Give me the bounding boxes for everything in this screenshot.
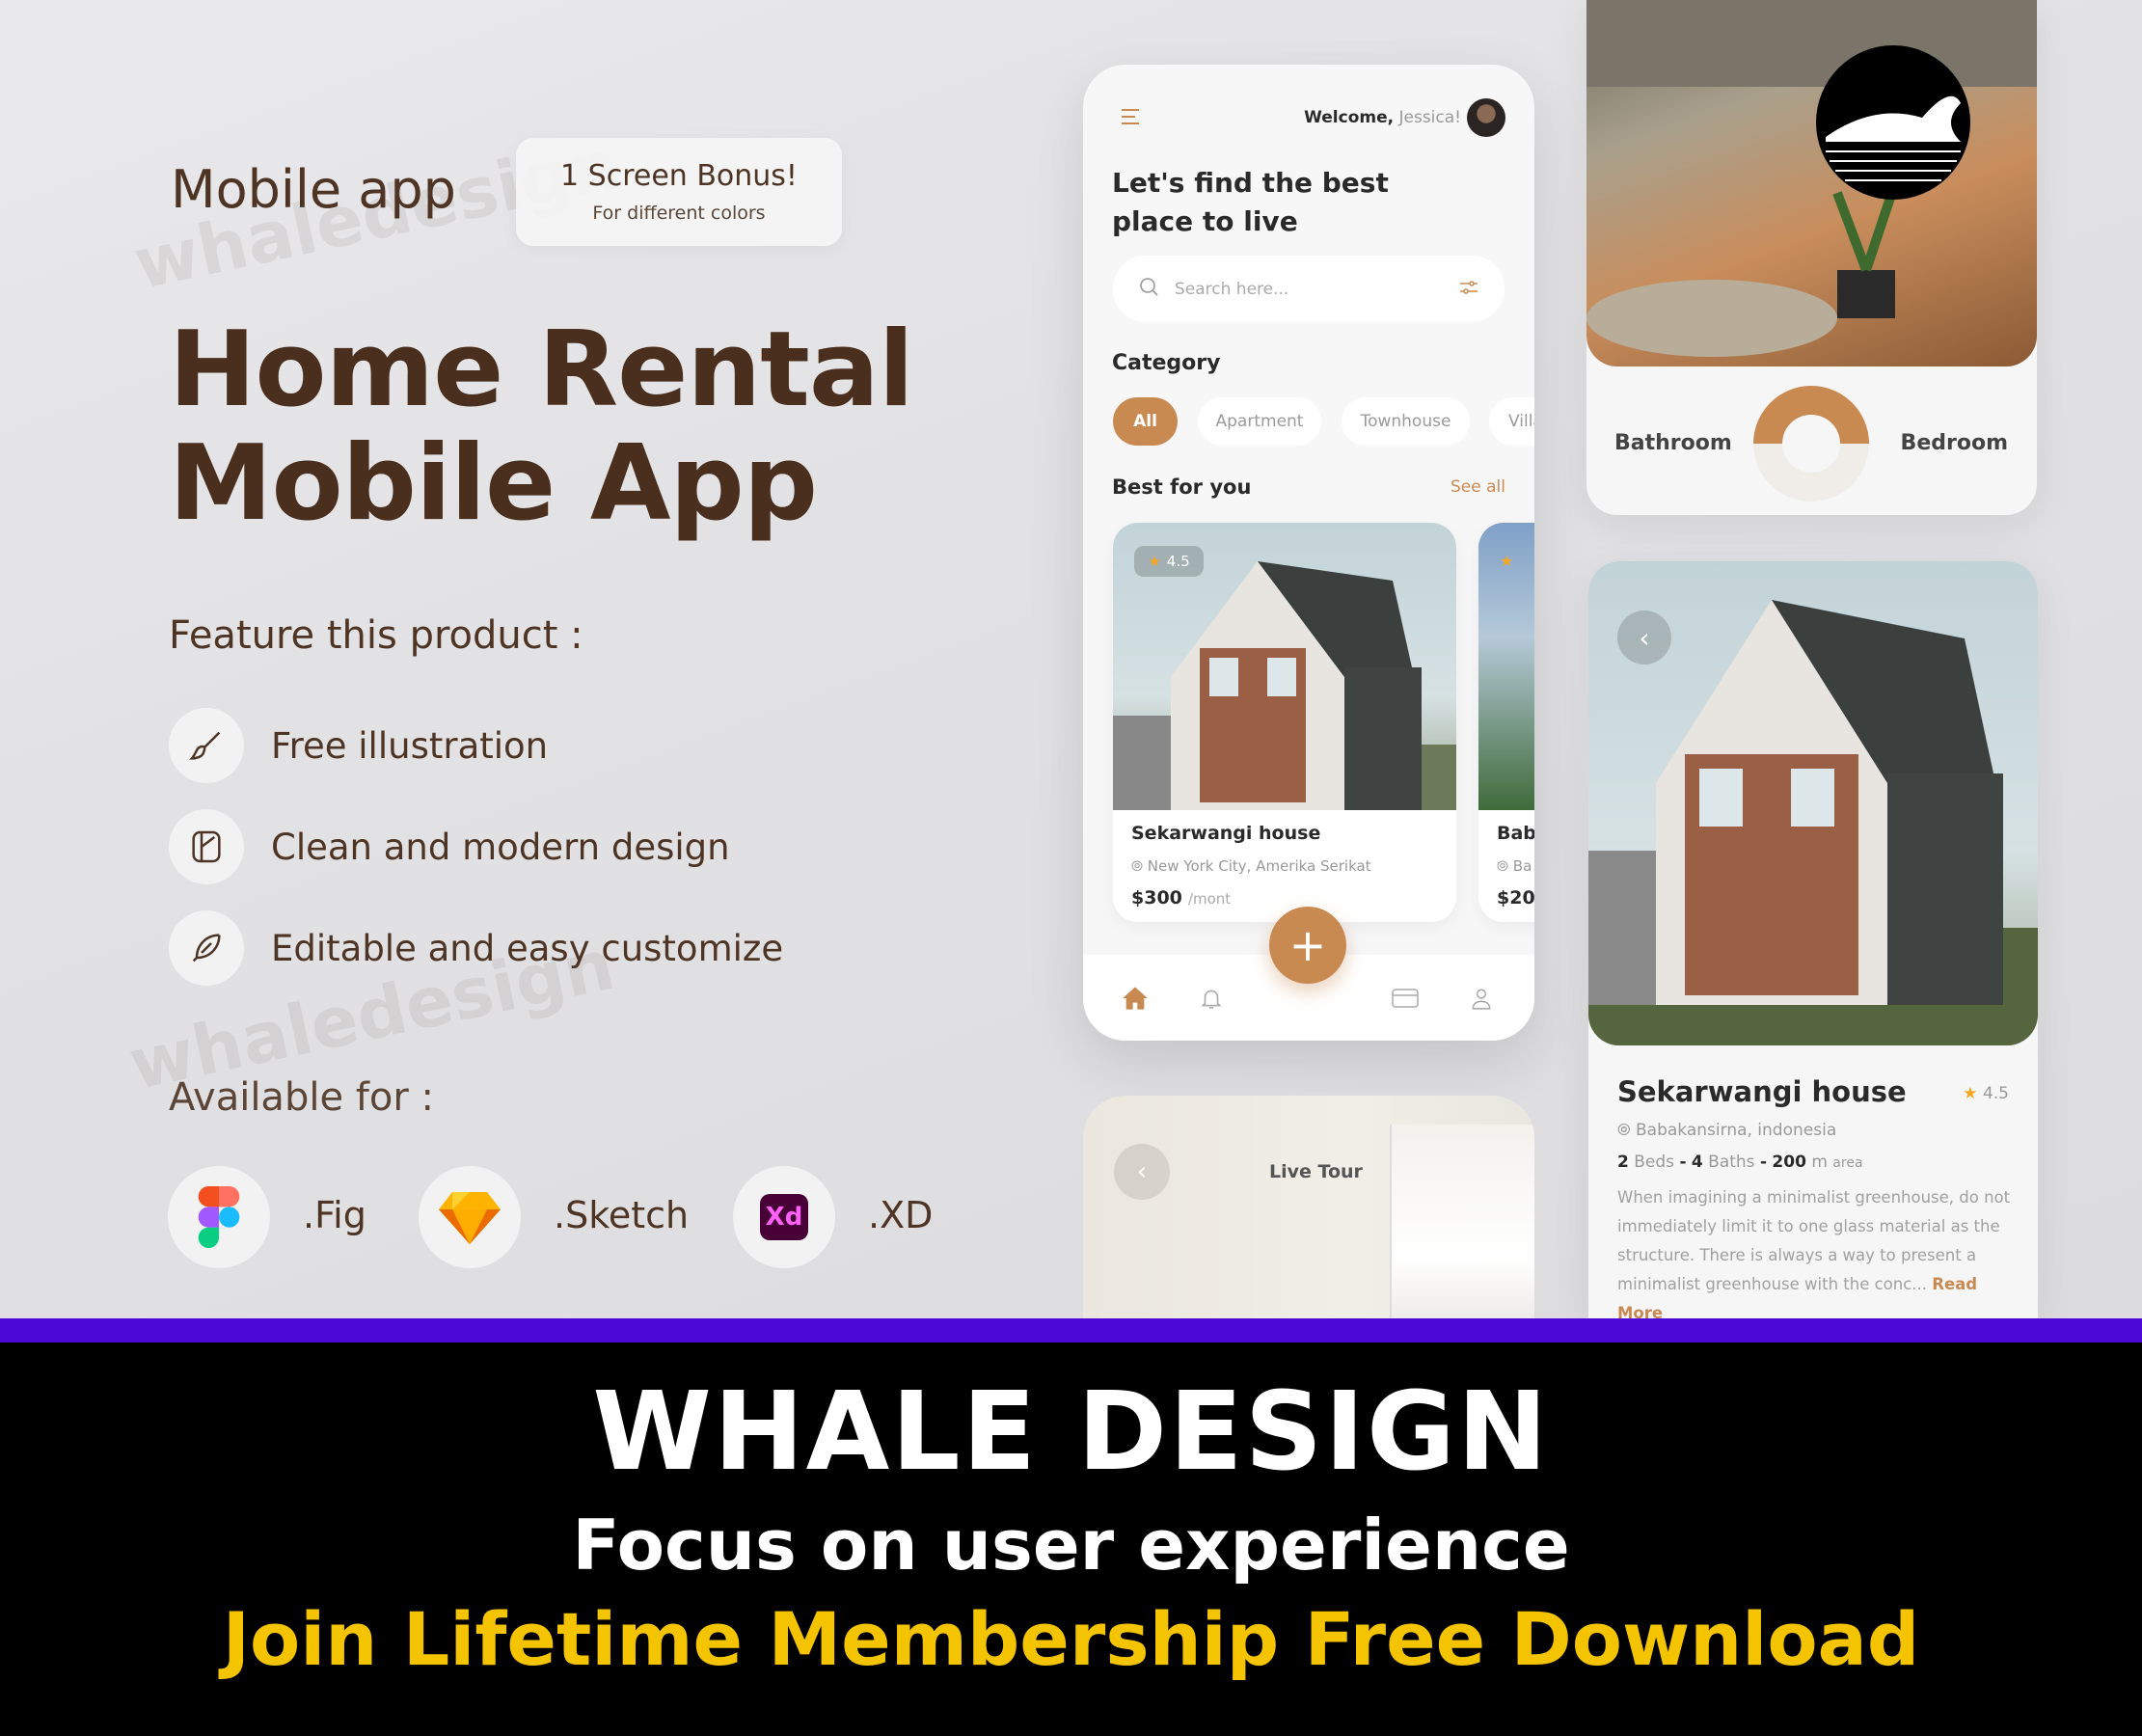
property-price: $300 /mont [1131,887,1232,909]
property-name: Sekarwangi house [1617,1075,1907,1108]
bell-icon[interactable] [1199,986,1224,1015]
star-icon: ★ [1963,1084,1978,1103]
best-label: Best for you [1112,475,1252,499]
live-tour-label: Live Tour [1269,1161,1363,1182]
category-chip-villa[interactable]: Villa [1489,397,1534,446]
title-line: Mobile App [169,423,818,544]
property-rating: ★ 4.5 [1963,1084,2009,1103]
brand-title: WHALE DESIGN [592,1370,1550,1495]
feature-item: Editable and easy customize [169,910,783,986]
feather-pen-icon [169,910,244,986]
bonus-subtitle: For different colors [592,203,766,224]
card-icon[interactable] [1392,988,1419,1013]
property-card[interactable]: ★ Bab ⦾ Ba $20 [1478,523,1534,922]
feature-item: Clean and modern design [169,809,730,884]
menu-icon[interactable] [1120,108,1141,129]
user-icon[interactable] [1469,986,1494,1015]
xd-glyph: Xd [760,1194,808,1240]
adobe-xd-icon: Xd [733,1166,835,1268]
chevron-left-icon: ‹ [1136,1157,1148,1186]
room-card: Bathroom Bedroom [1586,0,2037,515]
chevron-left-icon: ‹ [1639,621,1650,654]
features-heading: Feature this product : [169,613,583,658]
live-tour-screen: ‹ Live Tour [1083,1096,1534,1346]
back-button[interactable]: ‹ [1617,610,1671,665]
property-location: ⦾ Babakansirna, indonesia [1617,1121,1837,1140]
filter-icon[interactable] [1458,278,1479,301]
property-card[interactable]: ★ 4.5 Sekarwangi house ⦾ New York City, A… [1113,523,1456,922]
feature-label: Clean and modern design [271,826,730,868]
bedroom-label[interactable]: Bedroom [1901,431,2008,455]
search-icon [1138,276,1161,303]
living-room-photo [1586,0,2037,366]
available-heading: Available for : [169,1075,434,1120]
platform-label: .Fig [303,1194,366,1236]
back-button[interactable]: ‹ [1114,1144,1170,1200]
property-name: Sekarwangi house [1131,823,1321,844]
user-name: Jessica! [1398,108,1462,127]
avatar[interactable] [1467,98,1505,137]
property-description: When imagining a minimalist greenhouse, … [1617,1183,2013,1318]
property-price: $20 [1497,887,1534,909]
category-label: Category [1112,351,1221,375]
home-icon[interactable] [1122,986,1149,1015]
tagline: Focus on user experience [572,1505,1570,1586]
bonus-badge: 1 Screen Bonus! For different colors [516,138,842,246]
category-chip-apartment[interactable]: Apartment [1198,397,1321,446]
rating-badge: ★ 4.5 [1134,546,1204,577]
search-input[interactable]: Search here... [1113,256,1505,322]
platform-label: .Sketch [554,1194,690,1236]
location-pin-icon: ⦾ [1617,1121,1631,1140]
subtitle: Mobile app [171,159,456,220]
room-donut [1753,386,1869,502]
property-name: Bab [1497,823,1534,844]
banner-divider [0,1318,2142,1343]
bathroom-label[interactable]: Bathroom [1614,431,1732,455]
room-photo [1390,1125,1534,1346]
search-placeholder: Search here... [1175,279,1289,299]
see-all-link[interactable]: See all [1451,477,1505,497]
home-screen: Welcome, Jessica! Let's find the best pla… [1083,65,1534,1041]
property-location: ⦾ New York City, Amerika Serikat [1131,857,1371,875]
brush-icon [169,708,244,783]
figma-icon [168,1166,270,1268]
feature-label: Editable and easy customize [271,927,784,969]
category-chip-townhouse[interactable]: Townhouse [1342,397,1470,446]
feature-label: Free illustration [271,724,549,767]
membership-cta[interactable]: Join Lifetime Membership Free Download [0,1596,2142,1682]
bonus-title: 1 Screen Bonus! [560,159,798,193]
platform-label: .XD [868,1194,934,1236]
home-heading: Let's find the best place to live [1112,167,1389,237]
star-icon: ★ [1148,553,1161,570]
sketch-icon [419,1166,521,1268]
title-line: Home Rental [169,310,914,430]
location-pin-icon: ⦾ [1131,857,1144,875]
design-tool-icon [169,809,244,884]
detail-screen: ‹ Sekarwangi house ★ 4.5 ⦾ Babakansirna,… [1588,561,2038,1318]
whale-logo [1816,45,1970,200]
property-stats: 2 Beds - 4 Baths - 200 m area [1617,1153,1863,1172]
property-location: ⦾ Ba [1497,857,1532,875]
feature-item: Free illustration [169,708,548,783]
welcome-text: Welcome, Jessica! [1304,108,1461,127]
star-icon: ★ [1500,552,1514,570]
page-title: Home Rental Mobile App [169,310,914,544]
add-button[interactable]: + [1269,907,1346,984]
category-chip-all[interactable]: All [1113,397,1178,446]
